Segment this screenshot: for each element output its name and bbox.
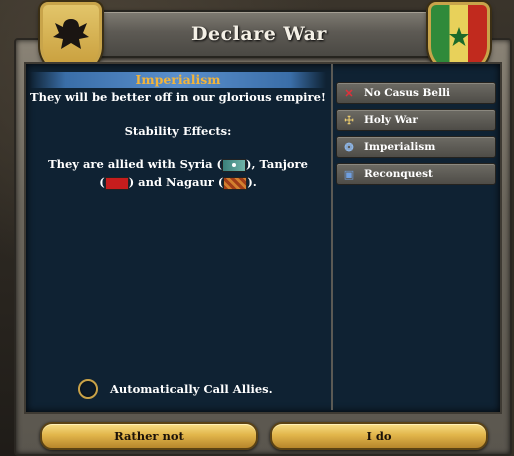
rather-not-label: Rather not [114,429,184,443]
book-icon: ▣ [343,167,355,181]
allies-text: They are allied with Syria (), Tanjore (… [30,155,326,191]
cb-item-reconquest[interactable]: ▣ Reconquest [336,163,496,185]
syria-flag-icon [222,158,246,172]
auto-call-label: Automatically Call Allies. [110,382,273,396]
nagaur-flag-icon [223,176,248,190]
title-bar: Declare War [70,10,448,58]
religion-cross-icon: ☩ [344,113,354,127]
selected-cb-name: Imperialism [135,72,221,87]
cb-item-imperialism[interactable]: ❂ Imperialism [336,136,496,158]
bottom-divider [24,412,498,414]
dialog-title: Declare War [191,23,327,45]
i-do-button[interactable]: I do [270,422,488,450]
cb-description: They will be better off in our glorious … [30,90,326,104]
cb-list: ✕ No Casus Belli ☩ Holy War ❂ Imperialis… [336,82,496,190]
auto-call-radio[interactable] [78,379,98,399]
allies-prefix: They are allied with Syria ( [48,157,222,171]
cb-item-no-casus-belli[interactable]: ✕ No Casus Belli [336,82,496,104]
cb-item-label: Reconquest [364,168,433,180]
cb-item-label: No Casus Belli [364,87,451,99]
content-panel: Imperialism They will be better off in o… [24,62,502,414]
allies-mid2: ) and Nagaur ( [128,175,224,189]
tanjore-flag-icon [104,176,129,190]
globe-icon: ❂ [344,140,354,154]
i-do-label: I do [366,429,392,443]
cb-item-label: Holy War [364,114,418,126]
allies-suffix: ). [247,175,257,189]
allies-mid1: ), Tanjore [246,157,308,171]
cb-item-label: Imperialism [364,141,436,153]
auto-call-allies-option[interactable]: Automatically Call Allies. [78,379,273,399]
panel-divider [331,64,333,410]
stability-effects-label: Stability Effects: [124,124,232,138]
cross-icon: ✕ [344,86,354,100]
rather-not-button[interactable]: Rather not [40,422,258,450]
cb-item-holy-war[interactable]: ☩ Holy War [336,109,496,131]
